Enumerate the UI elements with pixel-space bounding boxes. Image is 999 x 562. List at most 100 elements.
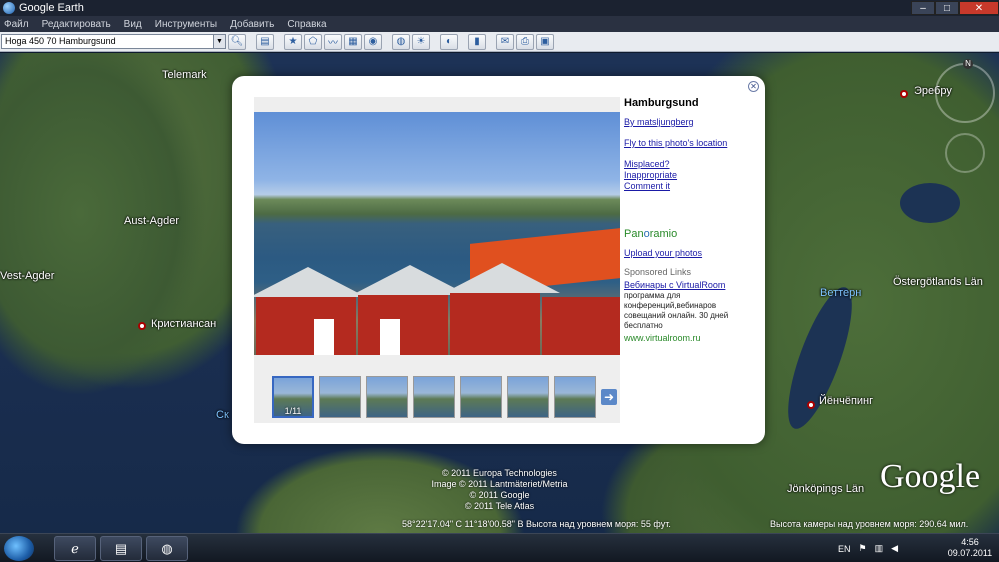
- print-button[interactable]: ⎙: [516, 33, 534, 50]
- thumbnail[interactable]: [554, 376, 596, 418]
- search-dropdown-button[interactable]: ▼: [213, 35, 225, 48]
- historical-imagery-button[interactable]: ◍: [392, 33, 410, 50]
- clock-time: 4:56: [961, 537, 979, 547]
- photo-counter: 1/11: [284, 406, 302, 416]
- thumbnail[interactable]: [507, 376, 549, 418]
- system-tray: EN ⚑ ▥ ◀: [838, 534, 906, 562]
- thumbnail[interactable]: [460, 376, 502, 418]
- google-maps-button[interactable]: ▣: [536, 33, 554, 50]
- language-indicator[interactable]: EN: [838, 544, 851, 554]
- menu-view[interactable]: Вид: [124, 19, 142, 30]
- ie-icon: ℯ: [71, 540, 79, 556]
- switch-planet-button[interactable]: ◐: [440, 33, 458, 50]
- imagery-credits: © 2011 Europa Technologies Image © 2011 …: [0, 468, 999, 512]
- kristiansand-pin-icon[interactable]: [138, 322, 146, 330]
- search-button[interactable]: 🔍︎: [228, 33, 246, 50]
- upload-photos-link[interactable]: Upload your photos: [624, 248, 754, 259]
- photo-balloon: ✕ 1/11 ➜ Hamburgsund By matsljungberg Fl…: [232, 76, 765, 444]
- menu-help[interactable]: Справка: [287, 19, 326, 30]
- coordinates-readout: 58°22'17.04" С 11°18'00.58" В Высота над…: [402, 519, 671, 529]
- map-label-vettern: Веттерн: [820, 287, 862, 299]
- map-label-jonkoping: Йёнчёпинг: [819, 395, 874, 407]
- ad-url[interactable]: www.virtualroom.ru: [624, 333, 754, 343]
- menu-file[interactable]: Файл: [4, 19, 29, 30]
- orebro-pin-icon[interactable]: [900, 90, 908, 98]
- flag-icon[interactable]: ⚑: [859, 543, 867, 554]
- inappropriate-link[interactable]: Inappropriate: [624, 170, 754, 181]
- start-button[interactable]: [4, 536, 34, 561]
- credit-line: © 2011 Europa Technologies: [442, 468, 557, 478]
- add-placemark-button[interactable]: ★: [284, 33, 302, 50]
- ruler-button[interactable]: ▮: [468, 33, 486, 50]
- thumbnail[interactable]: [413, 376, 455, 418]
- status-bar: 58°22'17.04" С 11°18'00.58" В Высота над…: [0, 518, 999, 532]
- clock-date: 09.07.2011: [947, 548, 993, 558]
- email-button[interactable]: ✉: [496, 33, 514, 50]
- document-icon: ▤: [114, 540, 128, 556]
- maps-icon: ▣: [540, 36, 550, 47]
- navigation-move-control[interactable]: [945, 133, 985, 173]
- photo-panel: 1/11 ➜: [254, 97, 620, 423]
- search-value: Hoga 450 70 Hamburgsund: [5, 36, 116, 46]
- document-taskbar-button[interactable]: ▤: [100, 536, 142, 561]
- sunlight-button[interactable]: ☀: [412, 33, 430, 50]
- next-arrow-icon[interactable]: ➜: [601, 389, 617, 405]
- author-link[interactable]: By matsljungberg: [624, 117, 754, 128]
- jonkoping-pin-icon[interactable]: [807, 401, 815, 409]
- panoramio-logo: Panoramio: [624, 228, 678, 240]
- menu-add[interactable]: Добавить: [230, 19, 274, 30]
- placemark-icon: ★: [288, 36, 298, 47]
- map-label-kristiansand: Кристиансан: [151, 318, 217, 330]
- credit-line: Image © 2011 Lantmäteriet/Metria: [431, 479, 568, 489]
- clock[interactable]: 4:56 09.07.2011: [945, 537, 995, 559]
- map-label-sk: Ск: [216, 409, 229, 421]
- internet-explorer-taskbar-button[interactable]: ℯ: [54, 536, 96, 561]
- planet-icon: ◐: [445, 36, 453, 47]
- fly-to-location-link[interactable]: Fly to this photo's location: [624, 138, 754, 149]
- sidebar-toggle-button[interactable]: ▤: [256, 33, 274, 50]
- taskbar: ℯ ▤ ◍ EN ⚑ ▥ ◀ 4:56 09.07.2011: [0, 533, 999, 562]
- menu-bar: Файл Редактировать Вид Инструменты Добав…: [0, 16, 999, 32]
- red-boathouse-1: [254, 267, 366, 355]
- misplaced-link[interactable]: Misplaced?: [624, 159, 754, 170]
- red-boathouse-2: [352, 265, 468, 355]
- red-boathouse-3: [444, 263, 560, 355]
- volume-icon[interactable]: ◀: [891, 543, 898, 554]
- navigation-look-control[interactable]: N: [935, 59, 995, 123]
- add-image-overlay-button[interactable]: ▦: [344, 33, 362, 50]
- place-title: Hamburgsund: [624, 97, 699, 109]
- maximize-button[interactable]: □: [935, 1, 959, 15]
- menu-tools[interactable]: Инструменты: [155, 19, 217, 30]
- email-icon: ✉: [500, 36, 510, 47]
- panoramio-photo[interactable]: [254, 112, 620, 355]
- google-earth-taskbar-button[interactable]: ◍: [146, 536, 188, 561]
- path-icon: 〰: [328, 38, 338, 49]
- thumbnail[interactable]: [366, 376, 408, 418]
- map-label-vest-agder: Vest-Agder: [0, 270, 55, 282]
- polygon-icon: ⬠: [308, 36, 318, 47]
- add-polygon-button[interactable]: ⬠: [304, 33, 322, 50]
- sidebar-icon: ▤: [260, 36, 270, 47]
- menu-edit[interactable]: Редактировать: [42, 19, 111, 30]
- record-tour-button[interactable]: ◉: [364, 33, 382, 50]
- balloon-close-icon[interactable]: ✕: [748, 81, 759, 92]
- thumbnail[interactable]: [319, 376, 361, 418]
- comment-link[interactable]: Comment it: [624, 181, 754, 192]
- google-earth-app-icon: [3, 2, 15, 14]
- photo-info: Hamburgsund By matsljungberg Fly to this…: [624, 97, 754, 343]
- minimize-button[interactable]: –: [911, 1, 935, 15]
- title-bar: Google Earth – □ ✕: [0, 0, 999, 16]
- ad-title-link[interactable]: Вебинары с VirtualRoom: [624, 280, 754, 291]
- add-path-button[interactable]: 〰: [324, 33, 342, 50]
- close-button[interactable]: ✕: [959, 1, 999, 15]
- thumbnail[interactable]: 1/11: [272, 376, 314, 418]
- credit-line: © 2011 Google: [469, 490, 530, 500]
- search-input[interactable]: Hoga 450 70 Hamburgsund ▼: [1, 34, 226, 49]
- compass-north: N: [963, 59, 973, 69]
- thumbnail-strip: 1/11 ➜: [272, 376, 617, 418]
- sponsored-links-heading: Sponsored Links: [624, 267, 692, 277]
- window-title: Google Earth: [19, 2, 84, 14]
- map-label-aust-agder: Aust-Agder: [124, 215, 180, 227]
- network-icon[interactable]: ▥: [875, 543, 884, 554]
- globe-icon: ◍: [161, 540, 173, 556]
